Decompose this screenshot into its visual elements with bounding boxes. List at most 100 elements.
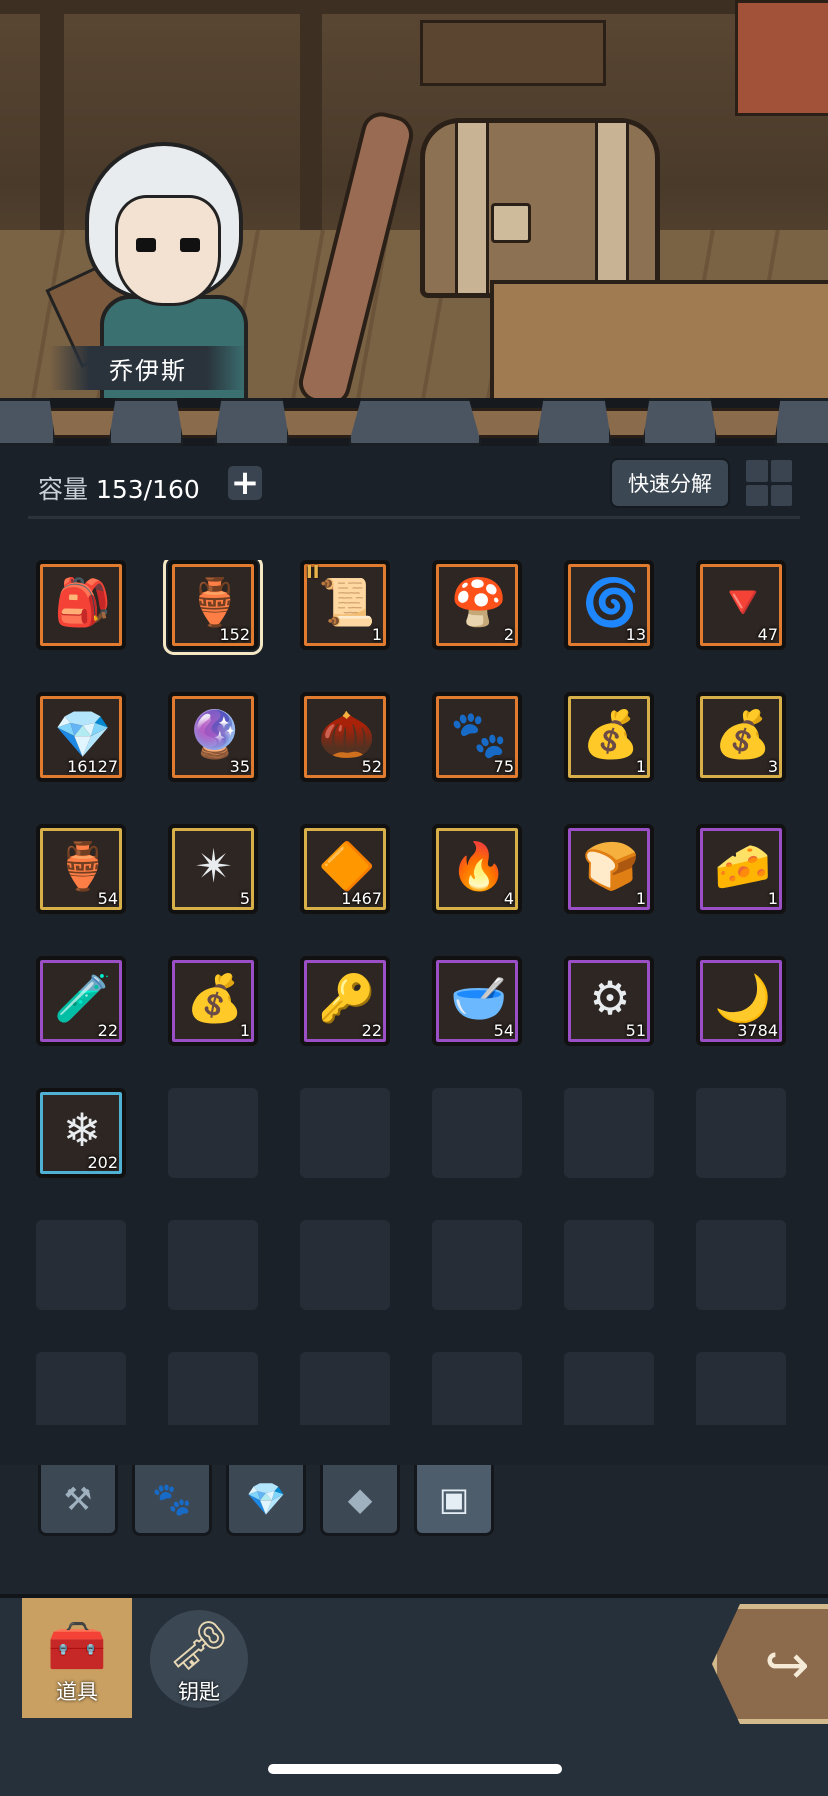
- empty-slot: [696, 1220, 786, 1310]
- material-tab[interactable]: ◆: [320, 1465, 400, 1536]
- eye: [136, 238, 156, 252]
- inventory-header: 容量 153/160 + 快速分解: [0, 450, 828, 518]
- divider-cap: [0, 398, 56, 446]
- divider-cap: [348, 398, 482, 446]
- inventory-slot[interactable]: 💰 1: [168, 956, 258, 1046]
- pet-tab[interactable]: 🐾: [132, 1465, 212, 1536]
- inventory-slot[interactable]: 🎒: [36, 560, 126, 650]
- inventory-slot[interactable]: ❄ 202: [36, 1088, 126, 1178]
- nav-items-label: 道具: [56, 1680, 98, 1704]
- item-count: 202: [87, 1153, 118, 1172]
- paw-gem-icon: 🐾: [450, 707, 508, 761]
- inventory-slot[interactable]: 🔻 47: [696, 560, 786, 650]
- empty-slot: [168, 1352, 258, 1425]
- inventory-slot[interactable]: 🌙 3784: [696, 956, 786, 1046]
- orange-crystal-icon: 🔶: [318, 839, 376, 893]
- divider-cap: [214, 398, 290, 446]
- empty-slot: [564, 1352, 654, 1425]
- inventory-slot[interactable]: 🏺 152: [163, 560, 263, 655]
- scroll-icon: 📜: [318, 575, 376, 629]
- inventory-slot[interactable]: 🔑 22: [300, 956, 390, 1046]
- inventory-slot[interactable]: 🔥 4: [432, 824, 522, 914]
- empty-slot: [696, 1088, 786, 1178]
- panel-divider: [0, 398, 828, 446]
- empty-slot: [432, 1220, 522, 1310]
- inventory-slot[interactable]: 💎 16127: [36, 692, 126, 782]
- expand-capacity-button[interactable]: +: [228, 466, 262, 500]
- item-count: 52: [361, 757, 382, 776]
- nav-items-button[interactable]: 🧰 道具: [22, 1598, 132, 1718]
- header-divider: [28, 516, 800, 519]
- table: [490, 280, 828, 410]
- inventory-slot[interactable]: 🥣 54: [432, 956, 522, 1046]
- rune-stone-icon: 🌀: [582, 575, 640, 629]
- empty-slot: [300, 1220, 390, 1310]
- empty-slot: [696, 1352, 786, 1425]
- item-count: 152: [219, 625, 250, 644]
- inventory-slot[interactable]: 💰 3: [696, 692, 786, 782]
- home-indicator[interactable]: [268, 1764, 562, 1774]
- shelf: [420, 20, 606, 86]
- inventory-slot[interactable]: ⚙ 51: [564, 956, 654, 1046]
- purple-crystal-icon: 💎: [54, 707, 112, 761]
- supply-bag-icon: 💰: [186, 971, 244, 1025]
- nav-keys-label: 钥匙: [178, 1680, 220, 1704]
- item-count: 35: [229, 757, 250, 776]
- equipment-tab[interactable]: ⚒: [38, 1465, 118, 1536]
- item-count: 1: [239, 1021, 250, 1040]
- tier-badge: II: [306, 562, 320, 583]
- divider-cap: [774, 398, 828, 446]
- return-button[interactable]: ↪: [712, 1604, 828, 1724]
- grid-icon[interactable]: [746, 460, 792, 506]
- treasure-chest: [420, 118, 660, 298]
- item-count: 1: [371, 625, 382, 644]
- chest-tab[interactable]: ▣: [414, 1465, 494, 1536]
- item-count: 16127: [67, 757, 118, 776]
- capacity-value: 153/160: [95, 475, 200, 504]
- inventory-slot[interactable]: 🧀 1: [696, 824, 786, 914]
- jar-icon: 🏺: [186, 575, 244, 629]
- empty-slot: [564, 1088, 654, 1178]
- category-tab-bar: ⚒ 🐾 💎 ◆ ▣: [0, 1465, 828, 1595]
- empty-slot: [36, 1220, 126, 1310]
- inventory-slot[interactable]: 🐾 75: [432, 692, 522, 782]
- grid-cell: [770, 484, 792, 506]
- grid-cell: [746, 460, 768, 482]
- inventory-slot[interactable]: 🍄 2: [432, 560, 522, 650]
- character-name: 乔伊斯: [50, 346, 246, 390]
- item-count: 4: [503, 889, 514, 908]
- inventory-grid: 🎒 🏺 152 📜 II 1 🍄 2 🌀 13 🔻 47 💎 16127 🔮 35 🌰 52 🐾 75 💰 1 💰 3 🏺 54 ✴…: [36, 560, 796, 1425]
- inventory-slot[interactable]: ✴ 5: [168, 824, 258, 914]
- bread-icon: 🍞: [582, 839, 640, 893]
- gear-stone-icon: ⚙: [589, 971, 631, 1025]
- item-count: 1: [635, 757, 646, 776]
- inventory-slot[interactable]: 🏺 54: [36, 824, 126, 914]
- inventory-slot[interactable]: 🔶 1467: [300, 824, 390, 914]
- inventory-slot[interactable]: 🌀 13: [564, 560, 654, 650]
- divider-cap: [536, 398, 612, 446]
- empty-slot: [564, 1220, 654, 1310]
- inventory-slot[interactable]: 🔮 35: [168, 692, 258, 782]
- inventory-slot[interactable]: 🍞 1: [564, 824, 654, 914]
- nav-keys-button[interactable]: 🗝 钥匙: [144, 1598, 254, 1718]
- mushroom-icon: 🍄: [450, 575, 508, 629]
- coin-bag-icon: 💰: [714, 707, 772, 761]
- empty-slot: [36, 1352, 126, 1425]
- divider-cap: [642, 398, 718, 446]
- quick-decompose-button[interactable]: 快速分解: [610, 458, 730, 508]
- inventory-slot[interactable]: 🧪 22: [36, 956, 126, 1046]
- claw-icon: 🌙: [714, 971, 772, 1025]
- chest-icon: 🧰: [47, 1618, 107, 1674]
- wall-post: [300, 0, 322, 250]
- inventory-slot[interactable]: 💰 1: [564, 692, 654, 782]
- empty-slot: [300, 1088, 390, 1178]
- capacity-label: 容量: [38, 475, 89, 504]
- item-count: 1467: [341, 889, 382, 908]
- red-crystal-icon: 🔻: [714, 575, 772, 629]
- inventory-slot[interactable]: 📜 II 1: [300, 560, 390, 650]
- chest-band: [595, 123, 629, 293]
- eye: [180, 238, 200, 252]
- inventory-slot[interactable]: 🌰 52: [300, 692, 390, 782]
- backpack-icon: 🎒: [54, 575, 112, 629]
- gem-tab[interactable]: 💎: [226, 1465, 306, 1536]
